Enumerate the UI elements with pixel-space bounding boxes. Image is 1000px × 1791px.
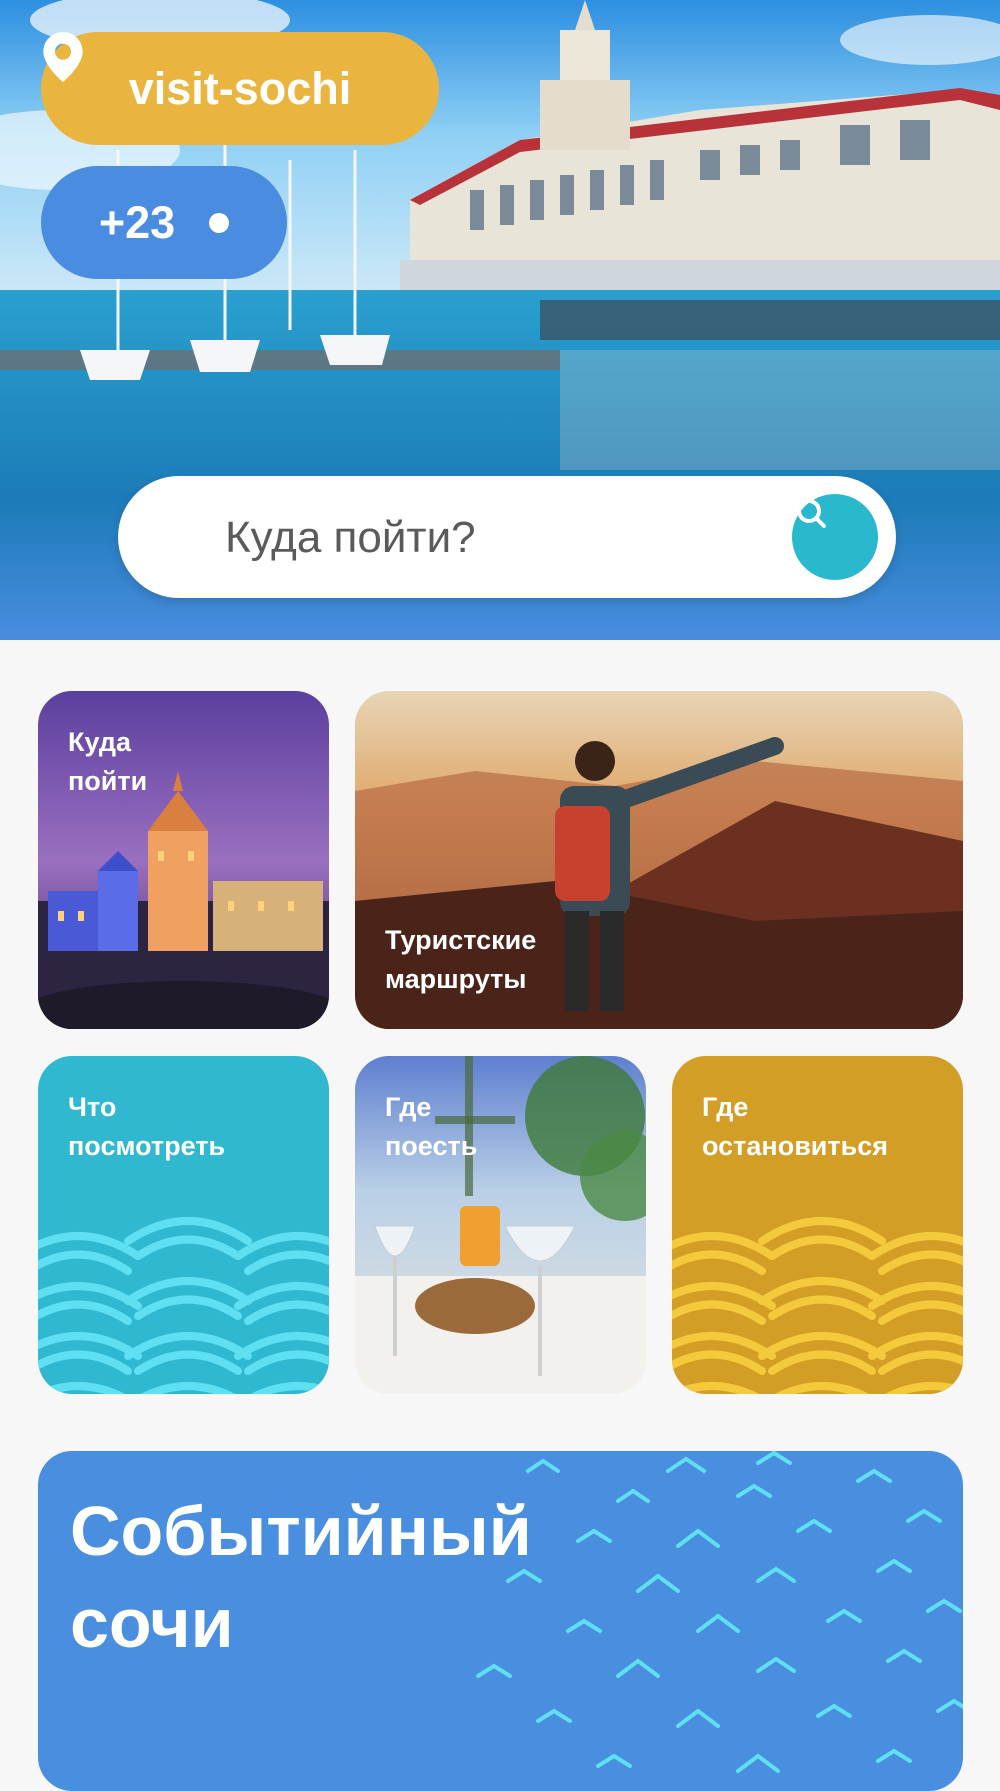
tile-where-to-stay[interactable]: Где остановиться (672, 1056, 963, 1394)
tile-label: Где поесть (385, 1092, 478, 1161)
weather-badge[interactable]: +23 (41, 166, 287, 279)
events-title: Событийный сочи (70, 1492, 532, 1662)
tile-label: Где остановиться (702, 1092, 888, 1161)
weather-temperature: +23 (98, 196, 176, 248)
tile-label: Туристские маршруты (385, 925, 537, 994)
tile-what-to-see[interactable]: Что посмотреть (38, 1056, 329, 1394)
location-pin-icon (43, 32, 83, 82)
hero-banner: visit-sochi +23 (0, 0, 1000, 640)
events-card[interactable]: Событийный сочи (38, 1451, 963, 1791)
search-icon (797, 499, 826, 528)
search-bar (118, 476, 896, 600)
tile-label: Куда пойти (68, 727, 148, 796)
tile-label: Что посмотреть (68, 1092, 226, 1161)
search-input[interactable] (223, 476, 787, 600)
location-label: visit-sochi (128, 62, 352, 114)
sun-icon (209, 212, 230, 233)
search-button[interactable] (792, 494, 878, 580)
tile-where-to-eat[interactable]: Где поесть (355, 1056, 646, 1394)
tile-where-to-go[interactable]: Куда пойти (38, 691, 329, 1029)
tile-tourist-routes[interactable]: Туристские маршруты (355, 691, 963, 1029)
location-button[interactable]: visit-sochi (41, 32, 439, 145)
